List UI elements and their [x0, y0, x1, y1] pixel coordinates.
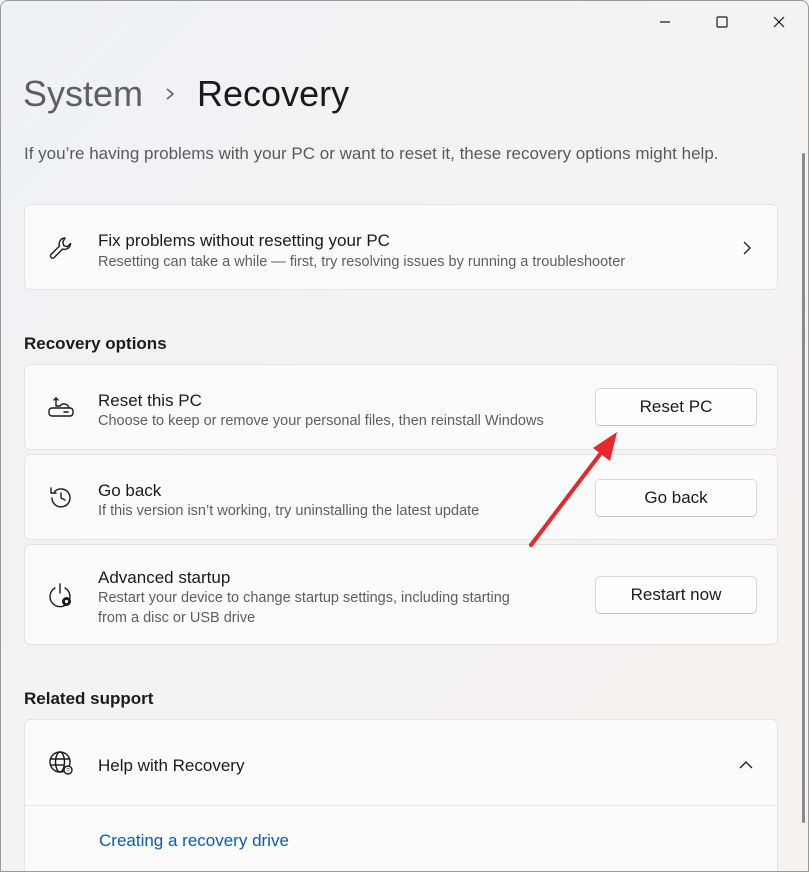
reset-pc-button[interactable]: Reset PC [595, 388, 757, 426]
chevron-right-icon [165, 87, 175, 101]
help-with-recovery-title: Help with Recovery [98, 756, 245, 775]
breadcrumb-system[interactable]: System [23, 73, 143, 115]
intro-text: If you’re having problems with your PC o… [24, 144, 719, 163]
breadcrumb: System Recovery [23, 73, 349, 115]
advanced-startup-card: Advanced startup Restart your device to … [24, 544, 778, 645]
close-button[interactable] [756, 9, 802, 35]
scrollbar[interactable] [802, 153, 805, 823]
reset-pc-subtitle: Choose to keep or remove your personal f… [98, 413, 544, 429]
advanced-startup-title: Advanced startup [98, 568, 231, 587]
fix-problems-subtitle: Resetting can take a while — first, try … [98, 254, 626, 270]
maximize-button[interactable] [699, 9, 745, 35]
reset-pc-title: Reset this PC [98, 391, 202, 410]
page-title: Recovery [197, 73, 350, 114]
settings-window: System Recovery If you’re having problem… [0, 0, 809, 872]
power-settings-icon [47, 582, 75, 610]
help-with-recovery-card: ? Help with Recovery Creating a recovery… [24, 719, 778, 871]
go-back-subtitle: If this version isn’t working, try unins… [98, 503, 480, 519]
recovery-options-heading: Recovery options [24, 334, 167, 353]
minimize-icon [660, 21, 670, 23]
reset-pc-icon [47, 394, 75, 422]
globe-icon: ? [47, 749, 75, 777]
reset-pc-card: Reset this PC Choose to keep or remove y… [24, 364, 778, 450]
related-support-heading: Related support [24, 689, 154, 708]
help-with-recovery-header[interactable]: ? Help with Recovery [25, 720, 777, 806]
creating-recovery-drive-link[interactable]: Creating a recovery drive [99, 831, 289, 851]
fix-problems-title: Fix problems without resetting your PC [98, 231, 390, 250]
restart-now-button[interactable]: Restart now [595, 576, 757, 614]
go-back-title: Go back [98, 481, 162, 500]
chevron-up-icon [738, 757, 754, 775]
wrench-icon [47, 234, 75, 262]
maximize-icon [716, 16, 728, 28]
minimize-button[interactable] [642, 9, 688, 35]
close-icon [773, 16, 785, 28]
advanced-startup-subtitle-2: from a disc or USB drive [98, 610, 256, 626]
go-back-card: Go back If this version isn’t working, t… [24, 454, 778, 540]
go-back-button[interactable]: Go back [595, 479, 757, 517]
advanced-startup-subtitle-1: Restart your device to change startup se… [98, 590, 510, 606]
history-icon [47, 484, 75, 512]
fix-problems-card[interactable]: Fix problems without resetting your PC R… [24, 204, 778, 290]
chevron-right-icon [742, 240, 752, 261]
